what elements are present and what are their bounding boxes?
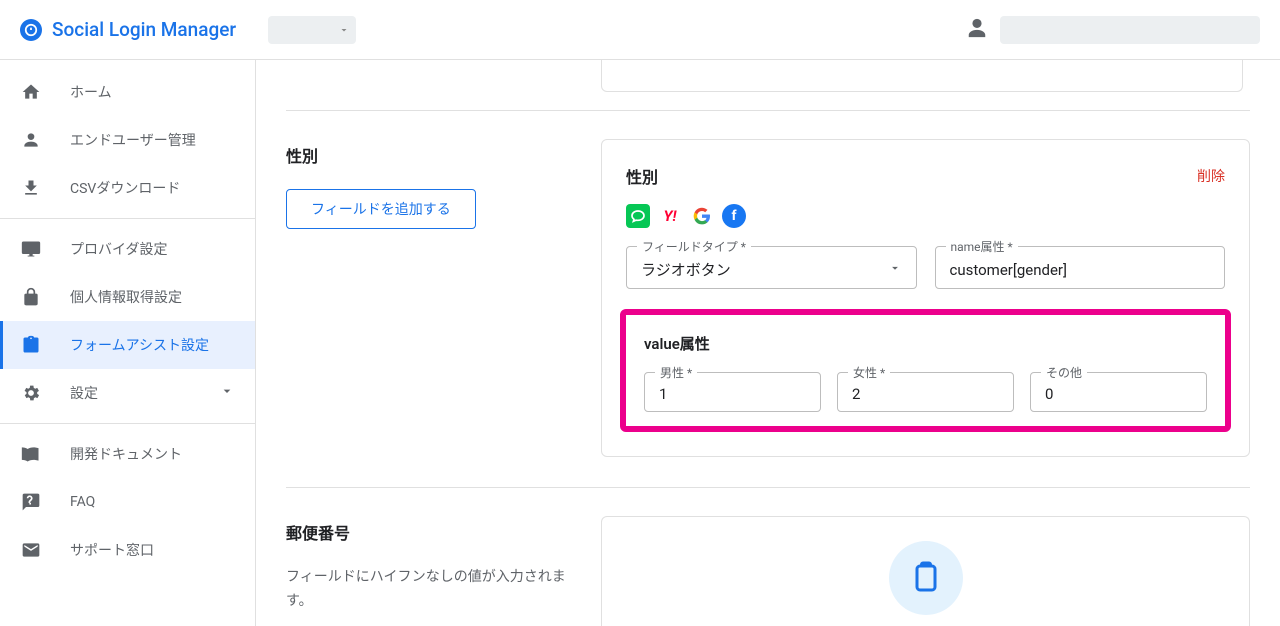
section-left: 郵便番号 フィールドにハイフンなしの値が入力されます。 xyxy=(286,516,571,626)
clipboard-circle-icon xyxy=(889,541,963,615)
sidebar-item-support[interactable]: サポート窓口 xyxy=(0,526,255,574)
chevron-down-icon xyxy=(219,383,235,403)
main-content: 性別 フィールドを追加する 性別 削除 Y! f フィールドタイプ * xyxy=(256,60,1280,626)
sidebar-item-label: ホーム xyxy=(70,82,112,102)
logo-icon xyxy=(20,19,42,41)
sidebar-item-label: サポート窓口 xyxy=(70,540,154,560)
sidebar-item-label: フォームアシスト設定 xyxy=(70,335,209,355)
download-icon xyxy=(20,178,42,198)
divider xyxy=(0,423,255,424)
org-dropdown[interactable] xyxy=(268,16,356,44)
topbar: Social Login Manager xyxy=(0,0,1280,60)
line-icon xyxy=(626,204,650,228)
monitor-icon xyxy=(20,239,42,259)
field-row: フィールドタイプ * ラジオボタン name属性 * xyxy=(626,246,1225,289)
gender-section: 性別 フィールドを追加する 性別 削除 Y! f フィールドタイプ * xyxy=(286,111,1250,457)
male-value-input[interactable]: 男性 * xyxy=(644,372,821,412)
mail-icon xyxy=(20,540,42,560)
chevron-down-icon xyxy=(338,24,350,36)
yahoo-icon: Y! xyxy=(658,204,682,228)
male-field[interactable] xyxy=(659,385,806,403)
sidebar-item-formassist[interactable]: フォームアシスト設定 xyxy=(0,321,255,369)
other-value-input[interactable]: その他 xyxy=(1030,372,1207,412)
sidebar-item-provider[interactable]: プロバイダ設定 xyxy=(0,225,255,273)
postal-section: 郵便番号 フィールドにハイフンなしの値が入力されます。 xyxy=(286,488,1250,626)
section-desc: フィールドにハイフンなしの値が入力されます。 xyxy=(286,566,571,614)
clipboard-icon xyxy=(20,335,42,355)
avatar-icon[interactable] xyxy=(966,17,988,43)
sidebar-item-label: 設定 xyxy=(70,383,98,403)
gender-card: 性別 削除 Y! f フィールドタイプ * ラジオボタン xyxy=(601,139,1250,457)
divider xyxy=(0,218,255,219)
value-attr-highlight: value属性 男性 * 女性 * その他 xyxy=(620,309,1231,432)
field-value: ラジオボタン xyxy=(641,259,888,280)
sidebar-item-label: 個人情報取得設定 xyxy=(70,287,182,307)
add-field-button[interactable]: フィールドを追加する xyxy=(286,189,476,229)
field-type-select[interactable]: フィールドタイプ * ラジオボタン xyxy=(626,246,917,289)
person-icon xyxy=(20,130,42,150)
sidebar-item-label: CSVダウンロード xyxy=(70,178,180,198)
sidebar-item-endusers[interactable]: エンドユーザー管理 xyxy=(0,116,255,164)
card-header: 性別 削除 xyxy=(626,164,1225,188)
sidebar-item-label: 開発ドキュメント xyxy=(70,444,182,464)
topbar-left: Social Login Manager xyxy=(20,16,356,44)
female-value-input[interactable]: 女性 * xyxy=(837,372,1014,412)
app-title: Social Login Manager xyxy=(52,18,236,41)
sidebar-item-docs[interactable]: 開発ドキュメント xyxy=(0,430,255,478)
name-attr-field[interactable] xyxy=(950,261,1211,279)
chevron-down-icon xyxy=(888,261,902,279)
sidebar-item-settings[interactable]: 設定 xyxy=(0,369,255,417)
delete-link[interactable]: 削除 xyxy=(1197,166,1225,186)
google-icon xyxy=(690,204,714,228)
female-field[interactable] xyxy=(852,385,999,403)
lock-icon xyxy=(20,287,42,307)
sidebar-item-csv[interactable]: CSVダウンロード xyxy=(0,164,255,212)
sidebar-item-label: エンドユーザー管理 xyxy=(70,130,196,150)
section-left: 性別 フィールドを追加する xyxy=(286,139,571,457)
user-menu[interactable] xyxy=(1000,16,1260,44)
sidebar-item-label: FAQ xyxy=(70,494,95,510)
card-title: 性別 xyxy=(626,164,658,188)
help-icon xyxy=(20,492,42,512)
facebook-icon: f xyxy=(722,204,746,228)
topbar-right xyxy=(966,16,1260,44)
sidebar-item-faq[interactable]: FAQ xyxy=(0,478,255,526)
gear-icon xyxy=(20,383,42,403)
value-row: 男性 * 女性 * その他 xyxy=(644,372,1207,412)
other-field[interactable] xyxy=(1045,385,1192,403)
sidebar-item-privacy[interactable]: 個人情報取得設定 xyxy=(0,273,255,321)
provider-icons: Y! f xyxy=(626,204,1225,228)
section-title: 性別 xyxy=(286,143,571,167)
field-label: name属性 * xyxy=(946,238,1018,255)
field-label: フィールドタイプ * xyxy=(637,238,751,255)
value-attr-title: value属性 xyxy=(644,333,1207,354)
sidebar-item-home[interactable]: ホーム xyxy=(0,68,255,116)
sidebar: ホーム エンドユーザー管理 CSVダウンロード プロバイダ設定 個人情報取得設定… xyxy=(0,60,256,626)
name-attr-input[interactable]: name属性 * xyxy=(935,246,1226,289)
field-label: その他 xyxy=(1041,364,1087,381)
section-title: 郵便番号 xyxy=(286,520,571,544)
sidebar-item-label: プロバイダ設定 xyxy=(70,239,167,259)
field-label: 女性 * xyxy=(848,364,890,381)
home-icon xyxy=(20,82,42,102)
postal-card xyxy=(601,516,1250,626)
book-icon xyxy=(20,444,42,464)
field-label: 男性 * xyxy=(655,364,697,381)
previous-card-bottom xyxy=(601,60,1243,92)
